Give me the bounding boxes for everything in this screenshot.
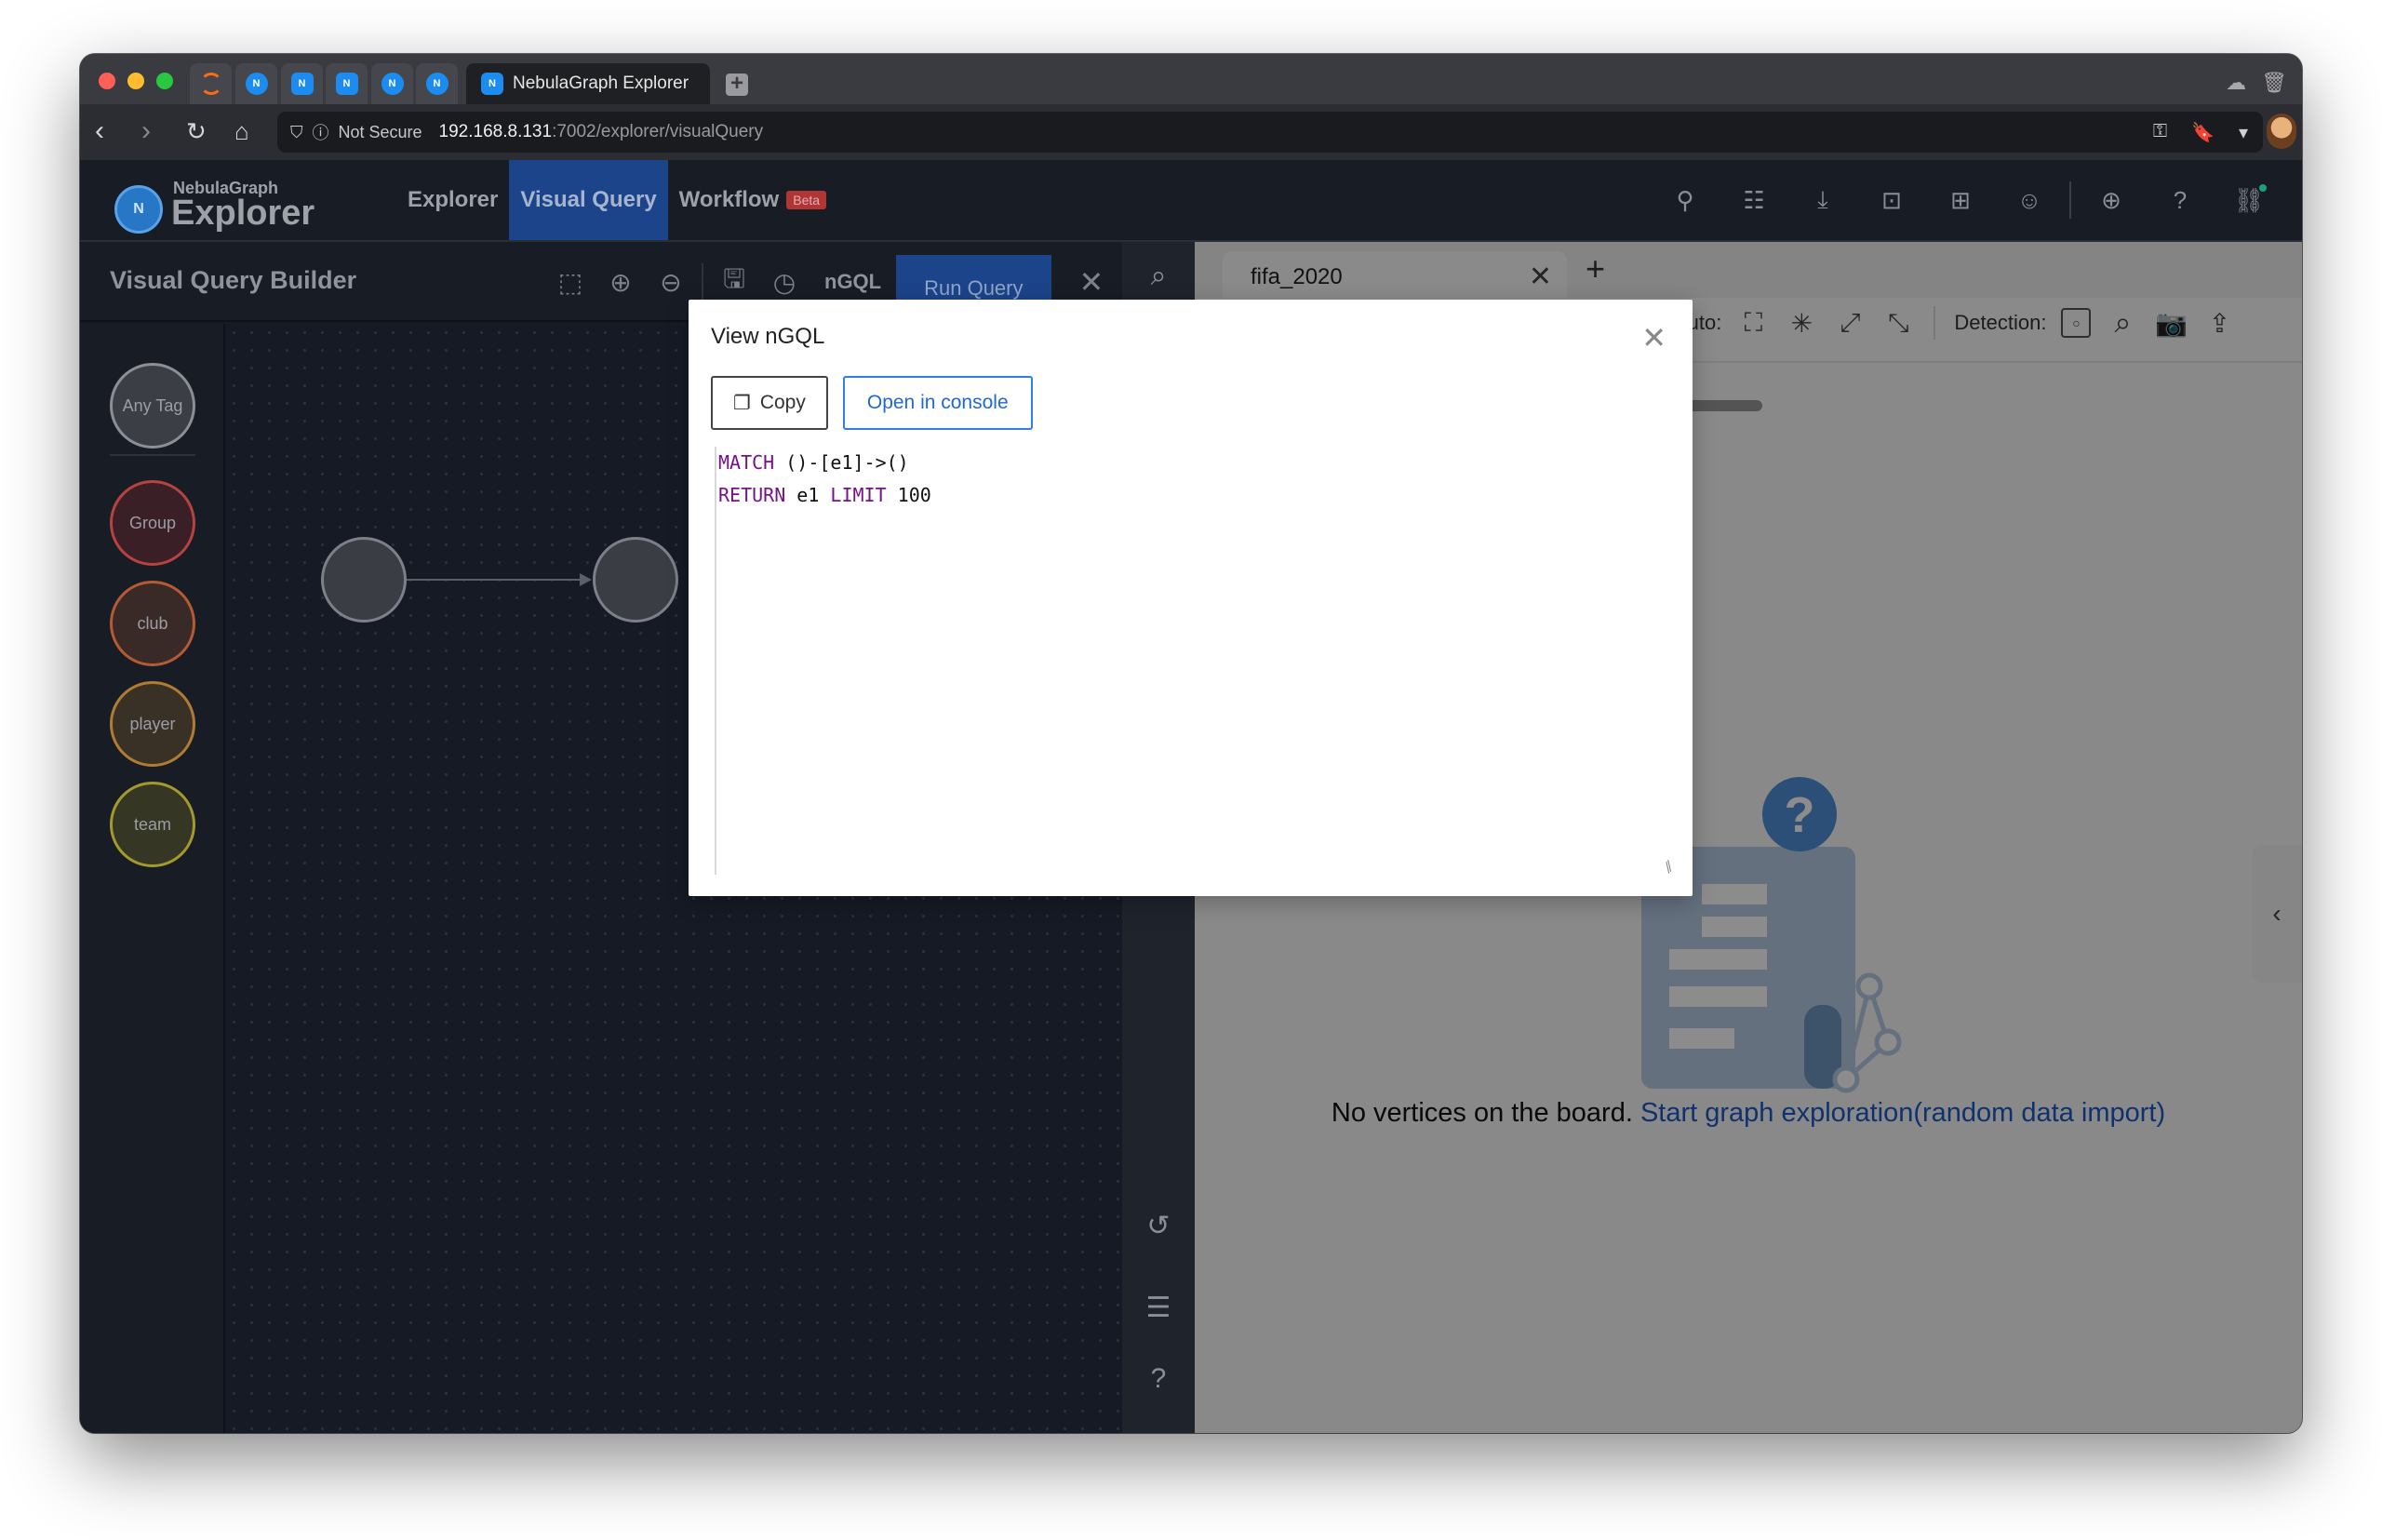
loader-favicon-icon <box>199 73 222 95</box>
code-text: ()-[e1]->() <box>774 451 909 474</box>
nav-workflow[interactable]: Workflow Beta <box>668 160 837 240</box>
pinned-tab[interactable]: N <box>235 63 277 104</box>
settings-list-icon[interactable]: ☰ <box>1122 1292 1195 1324</box>
pinned-tab[interactable]: N <box>371 63 413 104</box>
nebula-cloud-favicon-icon: N <box>335 73 358 95</box>
back-icon[interactable]: ‹ <box>95 115 104 147</box>
maximize-window-button[interactable] <box>156 73 173 89</box>
header-toolbar: ⚲ ☷ ⤓ ⊡ ⊞ ☺ ⊕ ? ⛓ <box>1651 160 2283 240</box>
ngql-button[interactable]: nGQL <box>810 270 896 294</box>
close-modal-icon[interactable]: ✕ <box>1641 320 1666 355</box>
tree-icon[interactable]: ☷ <box>1720 186 1788 215</box>
close-builder-icon[interactable]: ✕ <box>1079 264 1104 300</box>
url-host: 192.168.8.131 <box>438 122 553 141</box>
nav-visual-query[interactable]: Visual Query <box>509 160 668 240</box>
canvas-edge[interactable] <box>407 579 583 581</box>
new-tab-button[interactable]: + <box>726 73 748 96</box>
close-window-button[interactable] <box>99 73 115 89</box>
home-icon[interactable]: ⌂ <box>234 115 249 147</box>
query-search-icon[interactable]: ⌕ <box>1122 261 1195 292</box>
logo-product: Explorer <box>171 194 315 233</box>
builder-title: Visual Query Builder <box>110 266 357 294</box>
tab-title: NebulaGraph Explorer <box>513 74 689 93</box>
box-select-icon[interactable]: ⬚ <box>545 267 596 298</box>
console-icon[interactable]: ⊡ <box>1857 186 1926 215</box>
code-line: RETURN e1 LIMIT 100 <box>718 479 1673 512</box>
nav-explorer[interactable]: Explorer <box>396 160 509 240</box>
code-text: 100 <box>886 484 931 506</box>
nebula-favicon-icon: N <box>425 73 448 95</box>
connection-icon[interactable]: ⛓ <box>2215 183 2283 215</box>
zoom-in-icon[interactable]: ⊕ <box>596 267 646 298</box>
dropdown-icon[interactable]: ▾ <box>2239 121 2248 144</box>
pinned-tab[interactable]: N <box>326 63 368 104</box>
schema-icon[interactable]: ⚲ <box>1651 186 1720 215</box>
modal-title: View nGQL <box>711 324 825 349</box>
code-text: e1 <box>785 484 831 506</box>
edge-arrow-icon <box>580 573 592 586</box>
canvas-node-source[interactable] <box>321 537 407 623</box>
tag-palette: Any Tag Group club player team <box>80 324 225 1433</box>
pinned-tab[interactable]: N <box>416 63 458 104</box>
tag-any-tag[interactable]: Any Tag <box>110 363 195 449</box>
bookmark-icon[interactable]: 🔖 <box>2191 121 2215 144</box>
profile-avatar[interactable] <box>2267 114 2296 149</box>
nebula-favicon-icon: N <box>381 73 404 95</box>
top-nav: Explorer Visual Query Workflow Beta <box>396 160 837 240</box>
info-icon: ⓘ <box>312 124 329 142</box>
code-keyword: RETURN <box>718 484 786 506</box>
nebula-logo-icon: N <box>114 185 163 234</box>
view-ngql-modal: View nGQL ✕ ❐ Copy Open in console MATCH… <box>689 300 1693 896</box>
trash-icon[interactable]: 🗑 <box>2261 71 2287 95</box>
beta-badge: Beta <box>786 191 827 209</box>
nebula-cloud-favicon-icon: N <box>481 73 503 95</box>
globe-icon[interactable]: ⊕ <box>2077 186 2146 215</box>
tag-team[interactable]: team <box>110 782 195 867</box>
zoom-out-icon[interactable]: ⊖ <box>646 267 696 298</box>
help-icon[interactable]: ? <box>1122 1363 1195 1395</box>
help-icon[interactable]: ? <box>2146 186 2215 215</box>
tag-player[interactable]: player <box>110 681 195 767</box>
canvas-node-target[interactable] <box>593 537 678 623</box>
browser-nav-bar: ‹ › ↻ ⌂ ⛉ ⓘ Not Secure 192.168.8.131:700… <box>80 104 2302 160</box>
tag-divider <box>110 454 195 456</box>
address-bar[interactable]: ⛉ ⓘ Not Secure 192.168.8.131:7002/explor… <box>277 112 2263 153</box>
pinned-tab[interactable]: N <box>281 63 323 104</box>
layout-icon[interactable]: ⊞ <box>1926 186 1995 215</box>
header-divider <box>2069 181 2071 219</box>
history-icon[interactable]: ↺ <box>1122 1210 1195 1242</box>
history-icon[interactable]: ◷ <box>759 267 810 298</box>
browser-tab-active[interactable]: N NebulaGraph Explorer <box>466 63 710 104</box>
nebula-favicon-icon: N <box>245 73 268 95</box>
nebula-cloud-favicon-icon: N <box>290 73 314 95</box>
pinned-tab[interactable] <box>190 63 232 104</box>
save-icon[interactable]: 🖫 <box>709 260 759 304</box>
shield-icon: ⛉ <box>290 122 303 141</box>
copy-icon: ❐ <box>733 392 751 414</box>
key-icon[interactable]: ⚿ <box>2153 121 2167 144</box>
browser-tab-bar: N N N N N N NebulaGraph Explorer + ☁ 🗑 <box>80 54 2302 104</box>
reload-icon[interactable]: ↻ <box>186 115 207 147</box>
minimize-window-button[interactable] <box>127 73 144 89</box>
import-icon[interactable]: ⤓ <box>1788 185 1857 215</box>
toolbar-divider <box>702 263 703 301</box>
security-label: Not Secure <box>338 122 422 141</box>
open-in-console-button[interactable]: Open in console <box>842 376 1033 430</box>
code-keyword: MATCH <box>718 451 775 474</box>
forward-icon[interactable]: › <box>141 115 151 147</box>
tag-club[interactable]: club <box>110 581 195 666</box>
tag-group[interactable]: Group <box>110 480 195 566</box>
browser-window: N N N N N N NebulaGraph Explorer + ☁ 🗑 ‹… <box>80 54 2302 1433</box>
ngql-code-editor[interactable]: MATCH ()-[e1]->() RETURN e1 LIMIT 100 <box>715 447 1673 875</box>
users-icon[interactable]: ☺ <box>1995 186 2064 215</box>
cloud-icon[interactable]: ☁ <box>2226 71 2246 95</box>
code-line: MATCH ()-[e1]->() <box>718 447 1673 479</box>
app-header: N NebulaGraph Explorer Explorer Visual Q… <box>80 160 2302 242</box>
copy-button[interactable]: ❐ Copy <box>711 376 828 430</box>
code-keyword: LIMIT <box>830 484 887 506</box>
url-path: :7002/explorer/visualQuery <box>552 122 764 141</box>
